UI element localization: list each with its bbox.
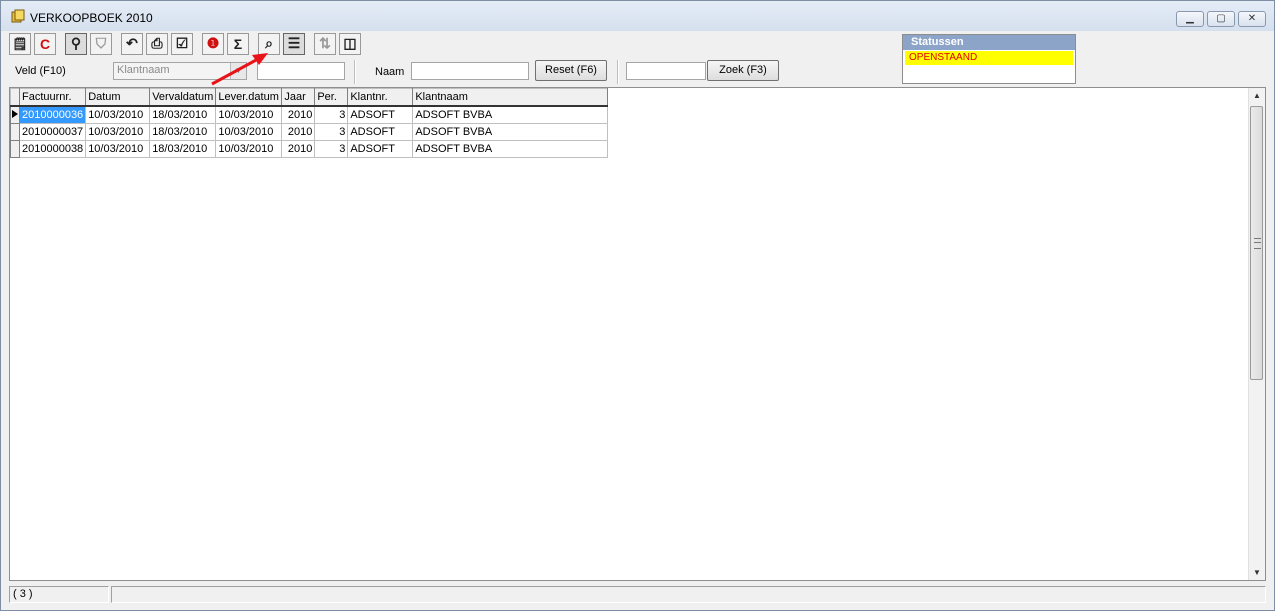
columns-button[interactable]: ◫ (339, 32, 361, 55)
checkbox-icon: ☑ (175, 35, 189, 51)
cell-leverdatum[interactable]: 10/03/2010 (215, 105, 283, 124)
scrollbar-thumb[interactable] (1250, 106, 1263, 380)
cell-klantnaam[interactable]: ADSOFT BVBA (412, 123, 609, 141)
veld-label: Veld (F10) (15, 65, 66, 77)
close-button[interactable]: ✕ (1238, 11, 1266, 27)
list-icon: ☰ (287, 35, 301, 51)
binoculars-button[interactable]: ⚲ (65, 32, 87, 55)
naam-input[interactable] (411, 62, 529, 80)
filter-icon: ⛉ (95, 35, 107, 51)
cell-vervaldatum[interactable]: 18/03/2010 (149, 105, 217, 124)
undo-button[interactable]: ↶ (121, 32, 143, 55)
sort-az-icon: ⇅ (319, 35, 331, 51)
cell-datum[interactable]: 10/03/2010 (85, 140, 151, 158)
cell-klantnaam[interactable]: ADSOFT BVBA (412, 140, 609, 158)
undo-icon: ↶ (126, 35, 138, 51)
column-header[interactable]: Datum (85, 88, 151, 107)
check-button[interactable]: ☑ (171, 32, 193, 55)
table-header-row: Factuurnr. Datum Vervaldatum Lever.datum… (10, 88, 609, 107)
record-count: ( 3 ) (9, 586, 109, 603)
cell-vervaldatum[interactable]: 18/03/2010 (149, 123, 217, 141)
veld-select-value: Klantnaam (117, 64, 170, 76)
window-controls: ▁ ▢ ✕ (1176, 11, 1266, 27)
filter-button[interactable]: ⛉ (90, 32, 112, 55)
cell-per[interactable]: 3 (314, 105, 349, 124)
column-header[interactable]: Factuurnr. (18, 88, 87, 107)
table-row[interactable]: 2010000037 10/03/2010 18/03/2010 10/03/2… (10, 123, 609, 141)
naam-label: Naam (375, 66, 405, 78)
status-bar-panel (111, 586, 1266, 603)
row-indicator (10, 140, 20, 158)
binoculars-icon: ⚲ (70, 35, 82, 51)
refresh-red-icon: C (39, 35, 51, 52)
scroll-up-icon[interactable]: ▲ (1249, 88, 1265, 103)
cell-per[interactable]: 3 (314, 140, 349, 158)
reset-button[interactable]: Reset (F6) (535, 60, 607, 81)
list-button[interactable]: ☰ (283, 32, 305, 55)
cell-jaar[interactable]: 2010 (281, 105, 316, 124)
cell-vervaldatum[interactable]: 18/03/2010 (149, 140, 217, 158)
app-icon (11, 9, 25, 23)
invoice-table: Factuurnr. Datum Vervaldatum Lever.datum… (10, 88, 609, 158)
column-header[interactable]: Klantnr. (347, 88, 414, 107)
vertical-scrollbar[interactable]: ▲ ▼ (1248, 88, 1265, 580)
cell-factuurnr[interactable]: 2010000036 (18, 105, 87, 124)
window-title: VERKOOPBOEK 2010 (30, 11, 153, 25)
table-row[interactable]: 2010000036 10/03/2010 18/03/2010 10/03/2… (10, 105, 609, 124)
minimize-button[interactable]: ▁ (1176, 11, 1204, 27)
cell-factuurnr[interactable]: 2010000037 (18, 123, 87, 141)
column-header[interactable]: Lever.datum (215, 88, 283, 107)
row-indicator-header (10, 88, 20, 107)
column-header[interactable]: Jaar (281, 88, 316, 107)
cell-jaar[interactable]: 2010 (281, 140, 316, 158)
column-header[interactable]: Klantnaam (412, 88, 609, 107)
cell-jaar[interactable]: 2010 (281, 123, 316, 141)
cell-klantnr[interactable]: ADSOFT (347, 105, 414, 124)
title-bar[interactable]: VERKOOPBOEK 2010 ▁ ▢ ✕ (1, 1, 1274, 31)
table-row[interactable]: 2010000038 10/03/2010 18/03/2010 10/03/2… (10, 140, 609, 158)
cell-klantnr[interactable]: ADSOFT (347, 140, 414, 158)
separator (354, 60, 356, 84)
cell-datum[interactable]: 10/03/2010 (85, 105, 151, 124)
maximize-button[interactable]: ▢ (1207, 11, 1235, 27)
grip-icon (1254, 238, 1261, 249)
annotation-arrow-icon (211, 53, 268, 86)
cell-leverdatum[interactable]: 10/03/2010 (215, 140, 283, 158)
cell-leverdatum[interactable]: 10/03/2010 (215, 123, 283, 141)
cell-per[interactable]: 3 (314, 123, 349, 141)
column-header[interactable]: Per. (314, 88, 349, 107)
columns-icon: ◫ (343, 35, 357, 51)
toolbar: 🗒 C ⚲ ⛉ ↶ ⎙ ☑ ❶ Σ ⌕ ☰ ⇅ ◫ (9, 31, 364, 56)
zoek-input[interactable] (626, 62, 706, 80)
main-window: VERKOOPBOEK 2010 ▁ ▢ ✕ 🗒 C ⚲ ⛉ ↶ ⎙ ☑ ❶ Σ… (0, 0, 1275, 611)
current-row-indicator-icon (10, 105, 20, 124)
data-grid[interactable]: Factuurnr. Datum Vervaldatum Lever.datum… (9, 87, 1266, 581)
cell-klantnaam[interactable]: ADSOFT BVBA (412, 105, 609, 124)
properties-button[interactable]: 🗒 (9, 32, 31, 55)
filter-bar: Veld (F10) Klantnaam ▼ Naam Reset (F6) Z… (9, 60, 1266, 84)
print-icon: ⎙ (151, 35, 163, 51)
refresh-button[interactable]: C (34, 32, 56, 55)
sort-button[interactable]: ⇅ (314, 32, 336, 55)
print-button[interactable]: ⎙ (146, 32, 168, 55)
zoek-button[interactable]: Zoek (F3) (707, 60, 779, 81)
separator (617, 60, 619, 84)
scroll-down-icon[interactable]: ▼ (1249, 565, 1265, 580)
cell-factuurnr[interactable]: 2010000038 (18, 140, 87, 158)
status-panel-header: Statussen (903, 35, 1075, 50)
cell-datum[interactable]: 10/03/2010 (85, 123, 151, 141)
row-indicator (10, 123, 20, 141)
properties-icon: 🗒 (12, 36, 28, 51)
cell-klantnr[interactable]: ADSOFT (347, 123, 414, 141)
status-bar: ( 3 ) (9, 586, 1266, 604)
column-header[interactable]: Vervaldatum (149, 88, 217, 107)
